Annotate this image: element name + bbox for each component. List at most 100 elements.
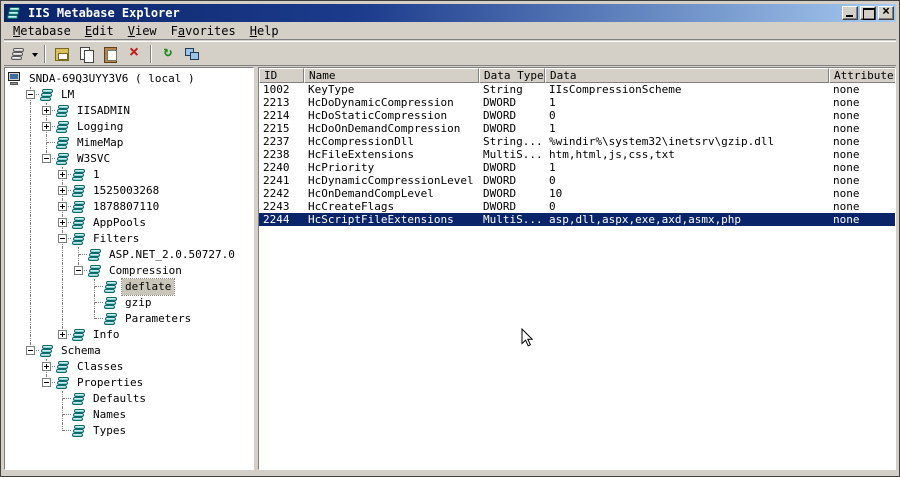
expand-toggle-icon[interactable] (42, 154, 51, 163)
key-icon (71, 408, 86, 422)
tree-item-deflate[interactable]: deflate (7, 278, 253, 296)
cell-attributes: none (833, 109, 860, 122)
tree-item-snda-69q3uyy3v6-local[interactable]: SNDA-69Q3UYY3V6 ( local ) (7, 71, 253, 87)
list-row-2244[interactable]: 2244 HcScriptFileExtensions MultiS... asp,d… (259, 213, 895, 226)
tree-item-1878807110[interactable]: 1878807110 (7, 199, 253, 215)
key-icon (71, 424, 86, 438)
new-key-icon (10, 47, 25, 61)
expand-toggle-icon[interactable] (58, 202, 67, 211)
key-icon (71, 200, 86, 214)
tree-item-schema[interactable]: Schema (7, 343, 253, 359)
tree-item-gzip[interactable]: gzip (7, 295, 253, 311)
list-row-2215[interactable]: 2215 HcDoOnDemandCompression DWORD 1 none (259, 122, 895, 135)
tree-item-filters[interactable]: Filters (7, 231, 253, 247)
cell-name: HcDoStaticCompression (308, 109, 448, 122)
tree-guide (23, 359, 39, 375)
expand-toggle-icon[interactable] (26, 90, 35, 99)
expand-toggle-icon[interactable] (42, 122, 51, 131)
expand-toggle-icon[interactable] (58, 218, 67, 227)
minimize-button[interactable] (842, 6, 858, 20)
refresh-button[interactable] (156, 43, 180, 65)
tree-item-1[interactable]: 1 (7, 167, 253, 183)
column-header-name[interactable]: Name (304, 68, 479, 83)
tree-item-names[interactable]: Names (7, 407, 253, 423)
cell-id: 2237 (263, 135, 290, 148)
expand-toggle-icon[interactable] (58, 170, 67, 179)
tree-connector (55, 231, 71, 247)
cell-data-type: DWORD (483, 122, 517, 135)
list-row-2214[interactable]: 2214 HcDoStaticCompression DWORD 0 none (259, 109, 895, 122)
tree-connector (39, 103, 55, 119)
cell-attributes: none (833, 148, 860, 161)
tree-item-info[interactable]: Info (7, 327, 253, 343)
cell-id: 2243 (263, 200, 290, 213)
column-header-data[interactable]: Data (545, 68, 829, 83)
expand-toggle-icon[interactable] (42, 362, 51, 371)
tree-item-1525003268[interactable]: 1525003268 (7, 183, 253, 199)
menu-bar: Metabase Edit View Favorites Help (4, 22, 896, 40)
dropdown-arrow-icon[interactable] (32, 52, 38, 60)
tree-item-mimemap[interactable]: MimeMap (7, 135, 253, 151)
menu-edit[interactable]: Edit (78, 23, 121, 39)
copy-button[interactable] (74, 43, 98, 65)
list-row-2242[interactable]: 2242 HcOnDemandCompLevel DWORD 10 none (259, 187, 895, 200)
list-row-2241[interactable]: 2241 HcDynamicCompressionLevel DWORD 0 none (259, 174, 895, 187)
key-icon (71, 168, 86, 182)
list-row-2213[interactable]: 2213 HcDoDynamicCompression DWORD 1 none (259, 96, 895, 109)
title-bar[interactable]: IIS Metabase Explorer (4, 4, 896, 22)
tree-guide (39, 199, 55, 215)
list-row-2237[interactable]: 2237 HcCompressionDll String... %windir%\sy… (259, 135, 895, 148)
list-row-1002[interactable]: 1002 KeyType String IIsCompressionScheme non… (259, 83, 895, 96)
tree-connector (39, 359, 55, 375)
close-button[interactable] (878, 4, 894, 20)
menu-metabase[interactable]: Metabase (6, 23, 78, 39)
paste-button[interactable] (98, 43, 122, 65)
list-row-2243[interactable]: 2243 HcCreateFlags DWORD 0 none (259, 200, 895, 213)
expand-toggle-icon[interactable] (42, 378, 51, 387)
new-key-button[interactable] (8, 43, 40, 65)
tree-connector (55, 423, 71, 439)
cell-name: HcDoDynamicCompression (308, 96, 454, 109)
column-header-id[interactable]: ID (259, 68, 304, 83)
delete-button[interactable] (122, 42, 146, 65)
tree-item-apppools[interactable]: AppPools (7, 215, 253, 231)
menu-help[interactable]: Help (243, 23, 286, 39)
expand-toggle-icon[interactable] (26, 346, 35, 355)
tree-item-classes[interactable]: Classes (7, 359, 253, 375)
tree-item-w3svc[interactable]: W3SVC (7, 151, 253, 167)
tree-item-asp-net-2-0-50727-0[interactable]: ASP.NET_2.0.50727.0 (7, 247, 253, 263)
tree-item-types[interactable]: Types (7, 423, 253, 439)
cell-id: 2238 (263, 148, 290, 161)
maximize-button[interactable] (860, 6, 876, 20)
tree-guide (23, 279, 39, 295)
expand-toggle-icon[interactable] (42, 106, 51, 115)
menu-view[interactable]: View (121, 23, 164, 39)
column-header-data-type[interactable]: Data Type (479, 68, 545, 83)
expand-toggle-icon[interactable] (58, 330, 67, 339)
save-button[interactable] (50, 43, 74, 65)
tree-item-logging[interactable]: Logging (7, 119, 253, 135)
cell-data: 0 (549, 109, 556, 122)
connect-button[interactable] (180, 43, 204, 65)
tree-item-compression[interactable]: Compression (7, 263, 253, 279)
list-row-2238[interactable]: 2238 HcFileExtensions MultiS... htm,html,js… (259, 148, 895, 161)
expand-toggle-icon[interactable] (58, 186, 67, 195)
cell-data-type: DWORD (483, 161, 517, 174)
menu-favorites[interactable]: Favorites (164, 23, 243, 39)
tree-item-properties[interactable]: Properties (7, 375, 253, 391)
tree-item-defaults[interactable]: Defaults (7, 391, 253, 407)
tree-guide (23, 407, 39, 423)
tree-item-lm[interactable]: LM (7, 87, 253, 103)
tree-guide (55, 311, 71, 327)
tree-item-iisadmin[interactable]: IISADMIN (7, 103, 253, 119)
list-row-2240[interactable]: 2240 HcPriority DWORD 1 none (259, 161, 895, 174)
tree-item-parameters[interactable]: Parameters (7, 311, 253, 327)
expand-toggle-icon[interactable] (58, 234, 67, 243)
expand-toggle-icon[interactable] (74, 266, 83, 275)
column-header-attributes[interactable]: Attributes (829, 68, 895, 83)
cell-data: IIsCompressionScheme (549, 83, 682, 96)
